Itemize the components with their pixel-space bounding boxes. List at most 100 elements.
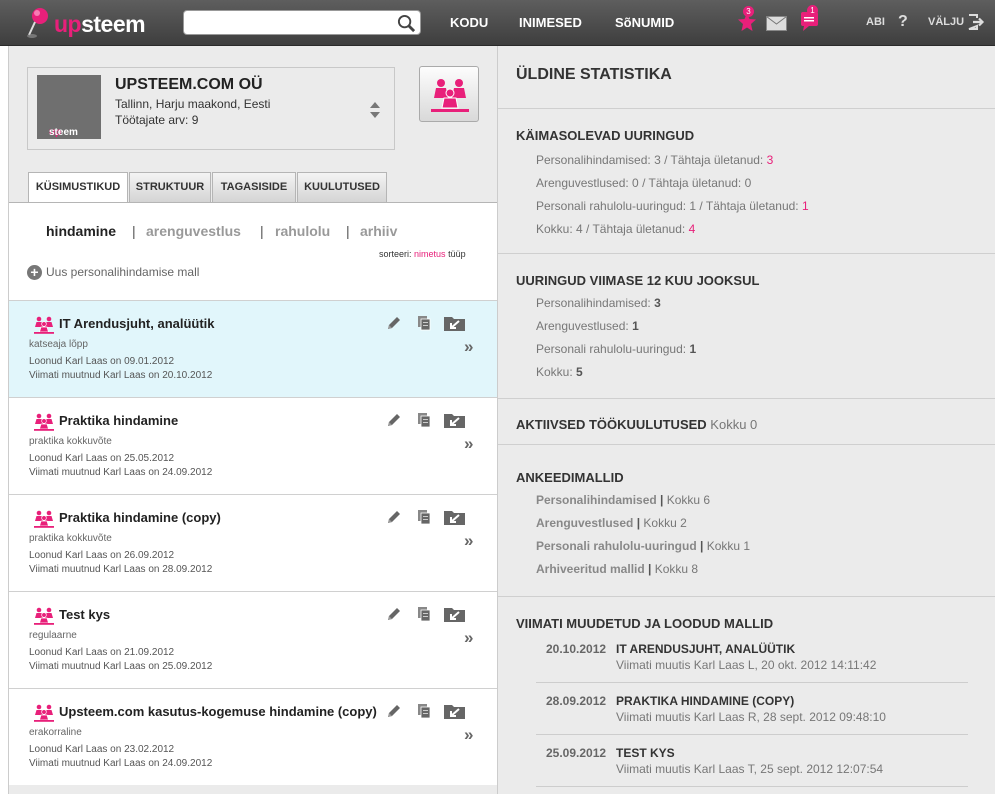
- templates-title: ANKEEDIMALLID: [516, 470, 624, 485]
- people-icon: [33, 316, 55, 337]
- sort-control: sorteeri: nimetus tüüp: [379, 249, 466, 259]
- template-modified: Viimati muutnud Karl Laas on 28.09.2012: [29, 564, 213, 575]
- template-modified: Viimati muutnud Karl Laas on 24.09.2012: [29, 758, 213, 769]
- subtab-satisfaction[interactable]: rahulolu: [275, 223, 330, 239]
- company-logo: up steem: [37, 75, 101, 139]
- tab-questionnaires[interactable]: KÜSIMUSTIKUD: [28, 172, 128, 204]
- archive-icon[interactable]: [443, 508, 467, 529]
- template-title[interactable]: Upsteem.com kasutus-kogemuse hindamine (…: [59, 704, 377, 719]
- template-stat-line[interactable]: Personali rahulolu-uuringud | Kokku 1: [536, 539, 750, 553]
- recent-name[interactable]: IT ARENDUSJUHT, ANALÜÜTIK: [616, 642, 795, 656]
- chevron-right-icon[interactable]: »: [464, 628, 473, 648]
- stat-line: Personalihindamised: 3: [536, 296, 661, 310]
- sort-by-name[interactable]: nimetus: [414, 249, 446, 259]
- sort-arrows-icon[interactable]: [370, 101, 380, 119]
- archive-icon[interactable]: [443, 702, 467, 723]
- chevron-right-icon[interactable]: »: [464, 531, 473, 551]
- archive-icon[interactable]: [443, 314, 467, 335]
- company-employees: Töötajate arv: 9: [115, 113, 199, 127]
- template-stat-line[interactable]: Arenguvestlused | Kokku 2: [536, 516, 687, 530]
- recent-date: 25.09.2012: [546, 746, 607, 760]
- pin-icon: [27, 8, 48, 38]
- template-card[interactable]: Praktika hindamine praktika kokkuvõte Loon…: [9, 397, 497, 494]
- chevron-right-icon[interactable]: »: [464, 337, 473, 357]
- tab-structure[interactable]: STRUKTUUR: [129, 172, 211, 203]
- copy-icon[interactable]: [415, 411, 433, 432]
- template-title[interactable]: Praktika hindamine (copy): [59, 510, 221, 525]
- template-stat-line[interactable]: Personalihindamised | Kokku 6: [536, 493, 710, 507]
- subtab-evaluation[interactable]: hindamine: [46, 223, 116, 239]
- copy-icon[interactable]: [415, 605, 433, 626]
- divider: [536, 786, 968, 787]
- archive-icon[interactable]: [443, 411, 467, 432]
- stat-line: Kokku: 5: [536, 365, 583, 379]
- recent-name[interactable]: PRAKTIKA HINDAMINE (COPY): [616, 694, 794, 708]
- template-card[interactable]: Upsteem.com kasutus-kogemuse hindamine (…: [9, 688, 497, 785]
- logout-link[interactable]: VÄLJU: [928, 16, 964, 28]
- help-link[interactable]: ABI: [866, 16, 885, 28]
- edit-icon[interactable]: [385, 314, 403, 335]
- copy-icon[interactable]: [415, 702, 433, 723]
- brand-steem: steem: [81, 11, 146, 37]
- help-icon[interactable]: ?: [898, 13, 908, 31]
- logo[interactable]: upsteem: [26, 5, 176, 41]
- edit-icon[interactable]: [385, 702, 403, 723]
- nav-home[interactable]: KODU: [450, 15, 488, 30]
- last12-section: UURINGUD VIIMASE 12 KUU JOOKSUL Personal…: [498, 253, 995, 398]
- subtab-separator: |: [132, 223, 136, 239]
- new-template-button[interactable]: + Uus personalihindamise mall: [27, 265, 199, 281]
- company-card: up steem UPSTEEM.COM OÜ Tallinn, Harju ma…: [27, 67, 395, 150]
- mail-icon[interactable]: [766, 16, 787, 31]
- subtab-development[interactable]: arenguvestlus: [146, 223, 241, 239]
- template-card[interactable]: Praktika hindamine (copy) praktika kokkuv…: [9, 494, 497, 591]
- template-modified: Viimati muutnud Karl Laas on 24.09.2012: [29, 467, 213, 478]
- recent-date: 20.10.2012: [546, 642, 607, 656]
- nav-people[interactable]: INIMESED: [519, 15, 582, 30]
- search-input[interactable]: [190, 11, 390, 34]
- copy-icon[interactable]: [415, 508, 433, 529]
- template-title[interactable]: Test kys: [59, 607, 110, 622]
- recent-name[interactable]: TEST KYS: [616, 746, 675, 760]
- sort-by-type[interactable]: tüüp: [448, 249, 466, 259]
- tab-feedback[interactable]: TAGASISIDE: [212, 172, 296, 203]
- template-type: erakorraline: [29, 727, 82, 738]
- template-title[interactable]: IT Arendusjuht, analüütik: [59, 316, 215, 331]
- company-address: Tallinn, Harju maakond, Eesti: [115, 97, 271, 111]
- recent-title: VIIMATI MUUDETUD JA LOODUD MALLID: [516, 616, 774, 631]
- left-column: up steem UPSTEEM.COM OÜ Tallinn, Harju ma…: [8, 46, 498, 794]
- copy-icon[interactable]: [415, 314, 433, 335]
- last12-title: UURINGUD VIIMASE 12 KUU JOOKSUL: [516, 273, 760, 288]
- recent-section: VIIMATI MUUDETUD JA LOODUD MALLID 20.10.…: [498, 596, 995, 794]
- template-card[interactable]: Test kys regulaarne Loonud Karl Laas on 21…: [9, 591, 497, 688]
- people-icon: [33, 607, 55, 628]
- template-created: Loonud Karl Laas on 09.01.2012: [29, 356, 175, 367]
- archive-icon[interactable]: [443, 605, 467, 626]
- search-box: [183, 10, 421, 35]
- template-title[interactable]: Praktika hindamine: [59, 413, 178, 428]
- subtab-separator: |: [260, 223, 264, 239]
- edit-icon[interactable]: [385, 605, 403, 626]
- ongoing-section: KÄIMASOLEVAD UURINGUD Personalihindamise…: [498, 108, 995, 253]
- template-card[interactable]: IT Arendusjuht, analüütik katseaja lõpp Lo…: [9, 300, 497, 397]
- recent-sub: Viimati muutis Karl Laas L, 20 okt. 2012…: [616, 658, 877, 672]
- chevron-right-icon[interactable]: »: [464, 725, 473, 745]
- tab-ads[interactable]: KUULUTUSED: [297, 172, 387, 203]
- chat-badge: 1: [807, 5, 818, 16]
- logout-icon[interactable]: [967, 13, 985, 31]
- chevron-right-icon[interactable]: »: [464, 434, 473, 454]
- template-created: Loonud Karl Laas on 26.09.2012: [29, 550, 175, 561]
- stats-title: ÜLDINE STATISTIKA: [516, 66, 672, 83]
- template-stat-line[interactable]: Arhiveeritud mallid | Kokku 8: [536, 562, 698, 576]
- edit-icon[interactable]: [385, 508, 403, 529]
- edit-icon[interactable]: [385, 411, 403, 432]
- recent-sub: Viimati muutis Karl Laas T, 25 sept. 201…: [616, 762, 884, 776]
- nav-messages[interactable]: SõNUMID: [615, 15, 674, 30]
- stat-line: Arenguvestlused: 0 / Tähtaja ületanud: 0: [536, 176, 752, 190]
- search-icon[interactable]: [397, 14, 416, 33]
- subtab-archive[interactable]: arhiiv: [360, 223, 397, 239]
- template-created: Loonud Karl Laas on 21.09.2012: [29, 647, 175, 658]
- people-icon: [33, 510, 55, 531]
- people-button[interactable]: [419, 66, 479, 122]
- ongoing-title: KÄIMASOLEVAD UURINGUD: [516, 128, 695, 143]
- recent-date: 28.09.2012: [546, 694, 607, 708]
